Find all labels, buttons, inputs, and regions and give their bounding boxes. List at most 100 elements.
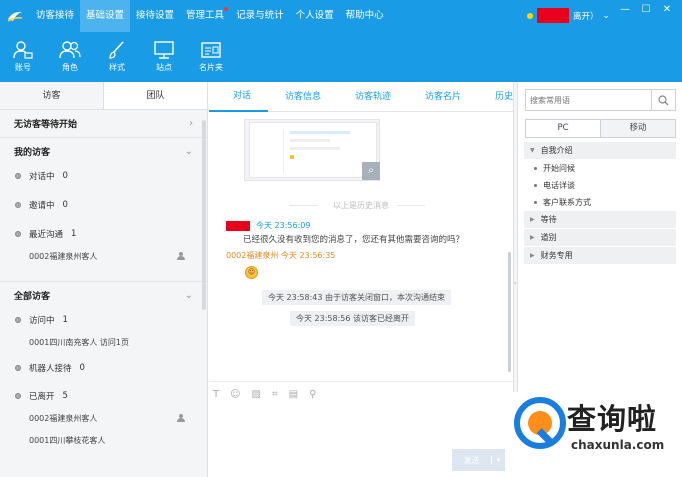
search-input[interactable] — [526, 90, 652, 110]
bullet-icon — [15, 173, 21, 179]
send-button[interactable]: 发送 ▾ — [452, 449, 505, 471]
row-count: 1 — [62, 315, 68, 325]
row-label: 邀请中 — [29, 201, 55, 211]
all-row-robot[interactable]: 机器人接待 0 — [0, 357, 207, 379]
all-row-left[interactable]: 已离开 5 — [0, 385, 207, 407]
row-label: 已离开 — [29, 392, 55, 402]
left-scrollbar[interactable] — [202, 120, 206, 310]
list-item[interactable]: 0001四川南充客人 访问1页 — [0, 331, 207, 353]
visitor-panel: 访客 团队 无访客等待开始 › 我的访客 ⌄ 对话中 0 邀请中 0 最近沟通 1 0… — [0, 82, 208, 477]
notification-dot — [224, 7, 229, 11]
tab-pc[interactable]: PC — [526, 120, 600, 137]
menu-management-tools[interactable]: 管理工具 — [180, 0, 230, 32]
my-row-inviting[interactable]: 邀请中 0 — [0, 194, 207, 216]
row-count: 5 — [62, 391, 68, 401]
user-icon — [177, 252, 185, 260]
row-count: 0 — [79, 363, 85, 373]
group-label: 自我介绍 — [540, 146, 573, 155]
phrase-group[interactable]: ▶ 道别 — [524, 229, 676, 246]
my-visitors-label: 我的访客 — [14, 148, 51, 158]
crop-icon[interactable]: ⌗ — [272, 389, 278, 400]
tab-chat[interactable]: 对话 — [209, 82, 269, 112]
screenshot-thumbnail[interactable] — [244, 119, 380, 181]
chat-tabs: 对话 访客信息 访客轨迹 访客名片 历史 — [209, 82, 513, 112]
chevron-down-icon[interactable]: ▾ — [491, 456, 505, 464]
all-visitors-label: 全部访客 — [14, 292, 51, 302]
waiting-section[interactable]: 无访客等待开始 › — [0, 110, 207, 137]
message-header: 0002福建泉州 今天 23:56:35 — [226, 250, 335, 261]
visitor-name: 0001四川南充客人 访问1页 — [29, 337, 129, 347]
row-count: 0 — [62, 200, 68, 210]
phrase-group[interactable]: ▼ 自我介绍 — [524, 142, 676, 159]
phrase-group[interactable]: ▶ 等待 — [524, 211, 676, 228]
list-item[interactable]: 0002福建泉州客人 — [0, 245, 207, 267]
tab-mobile[interactable]: 移动 — [600, 120, 675, 137]
emoji-icon[interactable]: ☺ — [230, 389, 240, 400]
visitor-name: 0002福建泉州客人 — [29, 251, 98, 261]
menu-help-center[interactable]: 帮助中心 — [340, 0, 390, 32]
list-item[interactable]: 0001四川攀枝花客人 — [0, 429, 207, 451]
menu-personal-settings[interactable]: 个人设置 — [290, 0, 340, 32]
list-item[interactable]: 0002福建泉州客人 — [0, 407, 207, 429]
user-status[interactable]: 离开） ⌄ — [527, 8, 610, 23]
my-row-chatting[interactable]: 对话中 0 — [0, 165, 207, 187]
close-icon[interactable]: ✕ — [658, 3, 676, 17]
chevron-down-icon: ⌄ — [184, 290, 193, 301]
my-row-recent[interactable]: 最近沟通 1 — [0, 223, 207, 245]
tool-site[interactable]: 站点 — [141, 32, 187, 82]
redacted-agent-name — [226, 220, 250, 231]
menu-visitor-reception[interactable]: 访客接待 — [30, 0, 80, 32]
tool-site-label: 站点 — [156, 63, 172, 72]
group-label: 等待 — [540, 215, 557, 224]
tool-style[interactable]: 样式 — [94, 32, 140, 82]
divider — [209, 381, 513, 382]
send-label: 发送 — [463, 455, 480, 465]
row-label: 对话中 — [29, 172, 55, 182]
message-header: 今天 23:56:09 — [226, 220, 310, 231]
tab-visitor-card[interactable]: 访客名片 — [408, 82, 478, 112]
location-icon[interactable]: ⚲ — [309, 389, 316, 400]
my-visitors-section[interactable]: 我的访客 ⌄ — [0, 138, 207, 165]
composer-toolbar: T ☺ ▨ ⌗ ▤ ⚲ — [213, 389, 316, 400]
system-message: 今天 23:58:56 该访客已经离开 — [290, 311, 416, 326]
menu-basic-settings[interactable]: 基础设置 — [80, 0, 131, 32]
tool-account[interactable]: 账号 — [0, 32, 46, 82]
phrase-group[interactable]: ▶ 财务专用 — [524, 247, 676, 264]
magnifier-logo-icon — [514, 397, 566, 449]
chevron-down-icon: ⌄ — [184, 146, 193, 157]
tool-role[interactable]: 角色 — [47, 32, 93, 82]
phrase-item[interactable]: 电话详谈 — [524, 177, 676, 194]
text-format-icon[interactable]: T — [213, 389, 219, 400]
menu-records-stats[interactable]: 记录与统计 — [230, 0, 290, 32]
file-icon[interactable]: ▤ — [289, 389, 298, 400]
phrase-item[interactable]: 开始问候 — [524, 160, 676, 177]
zoom-icon[interactable]: ⌕ — [362, 162, 380, 180]
chat-scrollbar[interactable] — [508, 252, 511, 372]
visitor-panel-tabs: 访客 团队 — [0, 82, 207, 110]
row-label: 最近沟通 — [29, 230, 64, 240]
divider — [397, 205, 425, 206]
bullet-icon — [534, 167, 537, 170]
phrase-item[interactable]: 客户联系方式 — [524, 194, 676, 211]
image-icon[interactable]: ▨ — [252, 389, 261, 400]
triangle-down-icon: ▼ — [530, 147, 535, 154]
phrase-tabs: PC 移动 — [525, 119, 676, 138]
waiting-label: 无访客等待开始 — [14, 120, 78, 130]
tab-visitors[interactable]: 访客 — [0, 82, 104, 109]
all-visitors-section[interactable]: 全部访客 ⌄ — [0, 282, 207, 309]
maximize-icon[interactable]: ☐ — [637, 3, 655, 17]
minimize-icon[interactable]: — — [616, 3, 634, 17]
tab-visitor-track[interactable]: 访客轨迹 — [338, 82, 408, 112]
search-icon — [658, 94, 669, 105]
user-status-label: 离开） — [573, 11, 599, 22]
phrase-label: 开始问候 — [543, 164, 575, 173]
bullet-icon — [534, 184, 537, 187]
search-button[interactable] — [651, 90, 675, 110]
all-row-visiting[interactable]: 访问中 1 — [0, 309, 207, 331]
tab-visitor-info[interactable]: 访客信息 — [268, 82, 338, 112]
tool-card-holder[interactable]: 名片夹 — [188, 32, 234, 82]
role-icon — [59, 41, 81, 59]
menu-reception-settings[interactable]: 接待设置 — [130, 0, 180, 32]
tab-team[interactable]: 团队 — [104, 82, 207, 109]
row-label: 访问中 — [29, 316, 55, 326]
